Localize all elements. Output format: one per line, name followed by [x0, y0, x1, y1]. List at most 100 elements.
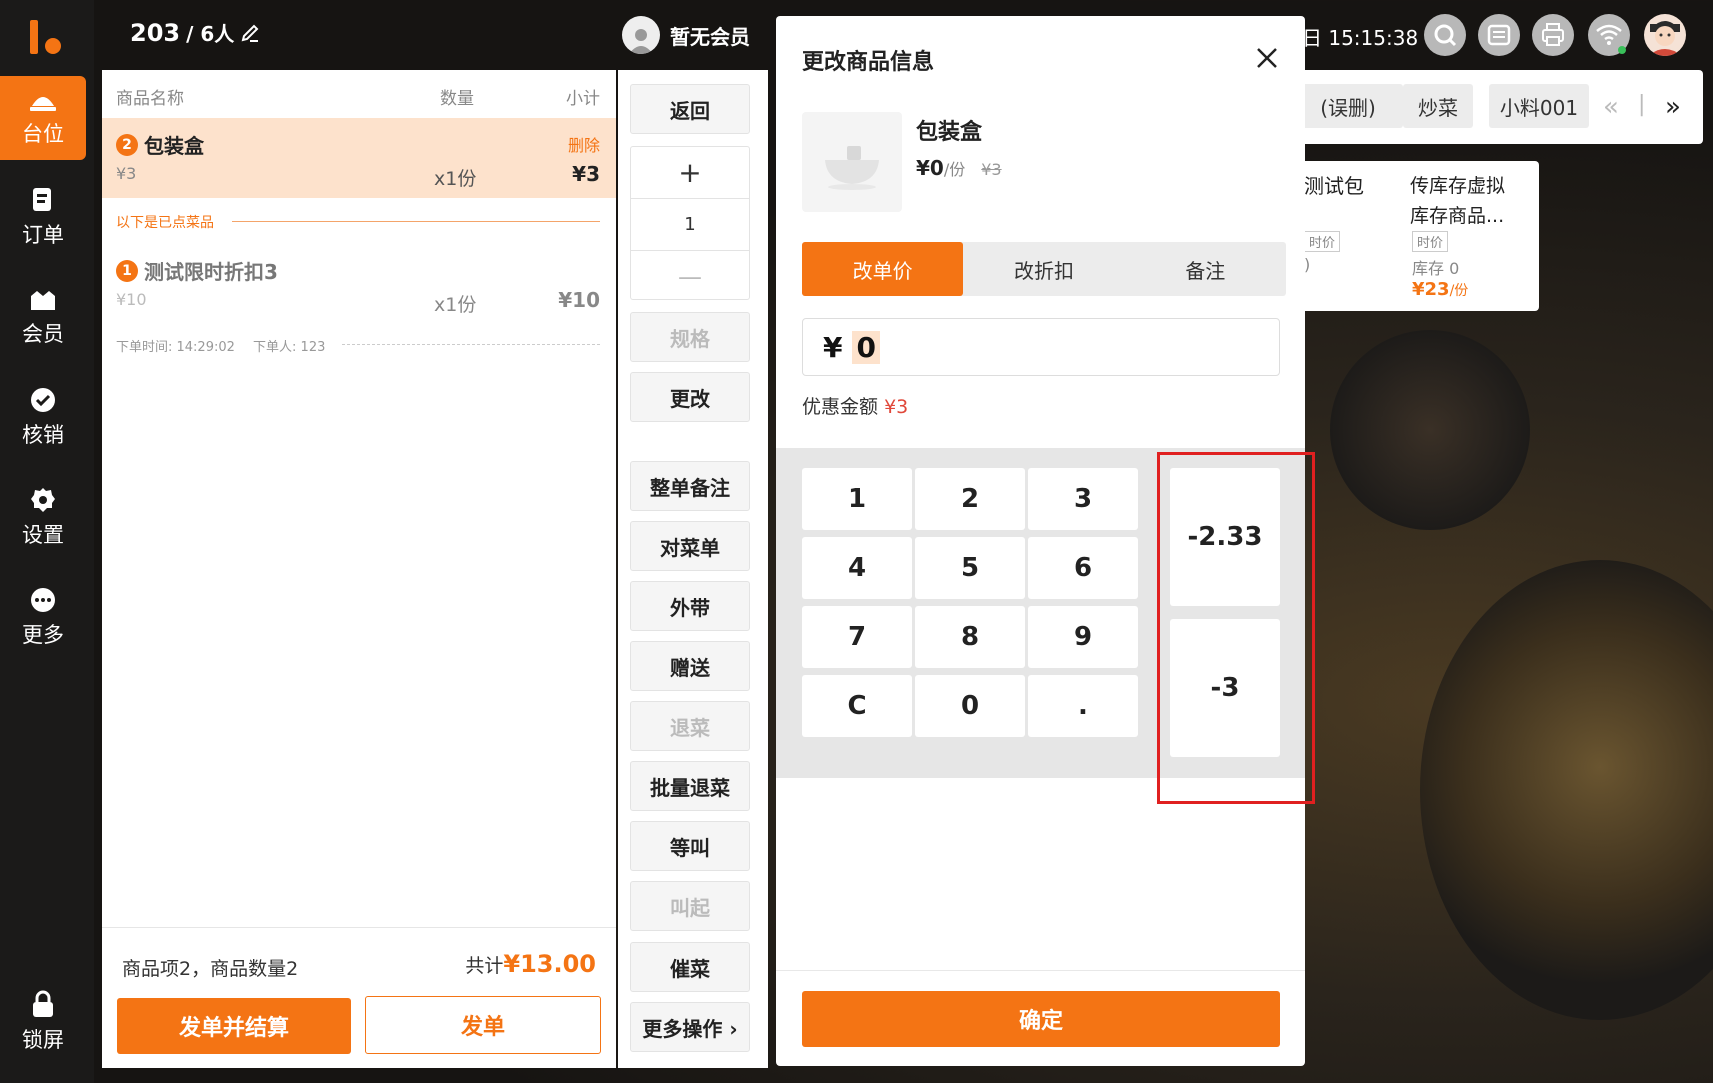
gift-button[interactable]: 赠送: [630, 641, 750, 691]
product-stock: 库存 0: [1412, 259, 1460, 278]
tab-note[interactable]: 备注: [1125, 242, 1286, 296]
sidebar-item-settings[interactable]: 设置: [0, 476, 86, 560]
price-type-tag: 时价: [1304, 231, 1341, 252]
lock-icon: [33, 990, 53, 1017]
background-decoration: [1420, 560, 1713, 1020]
key-7[interactable]: 7: [802, 606, 912, 668]
tab-change-discount[interactable]: 改折扣: [963, 242, 1124, 296]
modal-product-price: ¥0/份 ¥3: [916, 156, 1002, 180]
item-index-badge: 1: [116, 259, 138, 282]
sidebar-item-verify[interactable]: 核销: [0, 376, 86, 460]
key-4[interactable]: 4: [802, 537, 912, 599]
bowl-icon: [825, 146, 879, 190]
member-selector[interactable]: 暂无会员: [622, 16, 750, 54]
order-total: 共计¥13.00: [465, 950, 596, 978]
hold-button[interactable]: 等叫: [630, 821, 750, 871]
category-tab[interactable]: 炒菜: [1403, 84, 1473, 128]
table-info[interactable]: 203 / 6人: [130, 18, 260, 47]
sidebar-item-label: 锁屏: [22, 1028, 64, 1052]
verify-icon: [31, 388, 55, 412]
next-page-icon[interactable]: »: [1665, 92, 1681, 122]
refund-button[interactable]: 退菜: [630, 701, 750, 751]
key-3[interactable]: 3: [1028, 468, 1138, 530]
member-label: 暂无会员: [670, 24, 750, 49]
more-actions-button[interactable]: 更多操作 ›: [630, 1002, 750, 1052]
item-qty: x1份: [434, 168, 477, 190]
key-5[interactable]: 5: [915, 537, 1025, 599]
separator: |: [1638, 92, 1646, 117]
order-note-button[interactable]: 整单备注: [630, 461, 750, 511]
member-avatar-icon: [622, 16, 660, 54]
batch-refund-button[interactable]: 批量退菜: [630, 761, 750, 811]
category-tab[interactable]: (误删): [1293, 84, 1403, 128]
minus-button[interactable]: —: [631, 251, 749, 302]
key-dot[interactable]: .: [1028, 675, 1138, 737]
divider: [776, 970, 1305, 971]
product-name: 传库存虚拟 库存商品...: [1410, 175, 1506, 227]
order-meta: 下单时间: 14:29:02 下单人: 123: [116, 336, 325, 355]
discount-value: ¥3: [884, 396, 909, 418]
sidebar-item-table[interactable]: 台位: [0, 76, 86, 160]
order-icon: [33, 188, 51, 211]
checkout-button[interactable]: 发单并结算: [117, 998, 351, 1054]
key-6[interactable]: 6: [1028, 537, 1138, 599]
spec-button[interactable]: 规格: [630, 312, 750, 362]
quantity-value[interactable]: 1: [631, 199, 749, 251]
urge-button[interactable]: 催菜: [630, 942, 750, 992]
key-8[interactable]: 8: [915, 606, 1025, 668]
wifi-status-dot: [1618, 46, 1626, 54]
search-icon[interactable]: [1424, 14, 1466, 56]
category-tab[interactable]: 小料001: [1489, 84, 1589, 128]
plus-button[interactable]: +: [631, 147, 749, 199]
key-clear[interactable]: C: [802, 675, 912, 737]
back-button[interactable]: 返回: [630, 84, 750, 134]
gear-icon: [31, 488, 55, 512]
key-1[interactable]: 1: [802, 468, 912, 530]
sidebar-item-label: 订单: [22, 223, 64, 247]
sidebar-item-orders[interactable]: 订单: [0, 176, 86, 260]
sidebar-item-label: 设置: [22, 523, 64, 547]
divider: [232, 221, 600, 222]
call-button[interactable]: 叫起: [630, 881, 750, 931]
order-table-header: 商品名称 数量 小计: [102, 70, 616, 118]
item-subtotal: ¥3: [572, 162, 600, 186]
original-price: ¥3: [981, 160, 1002, 179]
takeout-button[interactable]: 外带: [630, 581, 750, 631]
confirm-button[interactable]: 确定: [802, 991, 1280, 1047]
member-icon: [31, 291, 55, 310]
key-9[interactable]: 9: [1028, 606, 1138, 668]
header-qty: 数量: [440, 89, 474, 109]
item-subtotal: ¥10: [558, 288, 600, 312]
tab-change-price[interactable]: 改单价: [802, 242, 964, 296]
edit-icon[interactable]: [240, 23, 260, 43]
check-menu-button[interactable]: 对菜单: [630, 521, 750, 571]
sidebar-item-label: 台位: [22, 122, 64, 146]
list-icon[interactable]: [1478, 14, 1520, 56]
sidebar: 台位 订单 会员 核销 设置 更多 锁屏: [0, 0, 94, 1083]
prev-page-icon[interactable]: «: [1603, 92, 1619, 122]
price-input[interactable]: ¥ 0: [802, 318, 1280, 376]
quantity-stepper: + 1 —: [630, 146, 750, 300]
lock-screen-button[interactable]: 锁屏: [0, 980, 86, 1064]
item-unit-price: ¥10: [116, 290, 147, 309]
product-card[interactable]: 传库存虚拟 库存商品... 时价 库存 0 ¥23/份: [1396, 161, 1539, 311]
key-2[interactable]: 2: [915, 468, 1025, 530]
order-item-current[interactable]: 2 包装盒 删除 ¥3 x1份 ¥3: [102, 118, 616, 198]
modal-title: 更改商品信息: [802, 50, 935, 75]
item-name: 1 测试限时折扣3: [116, 256, 278, 285]
sidebar-item-more[interactable]: 更多: [0, 576, 86, 660]
order-footer: 商品项2，商品数量2 共计¥13.00 发单并结算 发单: [102, 927, 616, 1068]
order-person: 下单人: 123: [253, 340, 326, 355]
send-order-button[interactable]: 发单: [365, 996, 601, 1054]
delete-link[interactable]: 删除: [568, 132, 600, 156]
printer-icon[interactable]: [1532, 14, 1574, 56]
change-button[interactable]: 更改: [630, 372, 750, 422]
price-value: 0: [852, 330, 880, 364]
key-0[interactable]: 0: [915, 675, 1025, 737]
item-index-badge: 2: [116, 133, 138, 156]
user-avatar[interactable]: [1644, 14, 1686, 56]
order-item-ordered[interactable]: 1 测试限时折扣3 ¥10 x1份 ¥10: [102, 244, 616, 324]
sidebar-item-members[interactable]: 会员: [0, 276, 86, 360]
close-icon[interactable]: [1255, 46, 1279, 70]
discount-amount: 优惠金额 ¥3: [802, 396, 909, 418]
